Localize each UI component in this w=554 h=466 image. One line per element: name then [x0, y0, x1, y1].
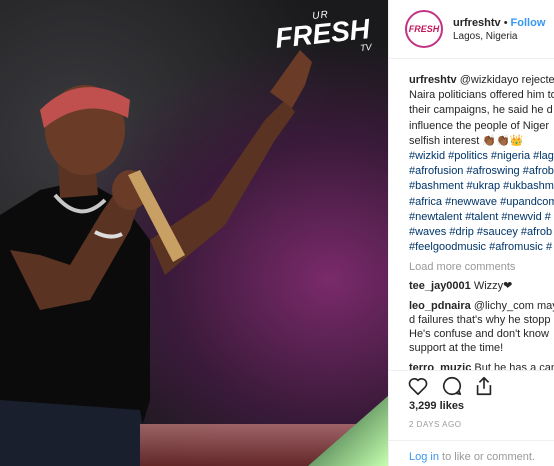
hashtag-line[interactable]: #waves #drip #saucey #afrob [409, 225, 554, 240]
comment-icon[interactable] [441, 375, 463, 397]
share-icon[interactable] [473, 375, 495, 397]
post-header: FRESH urfreshtv • Follow Lagos, Nigeria [389, 0, 554, 59]
caption-line: @wizkidayo rejected [459, 74, 554, 86]
hashtag-line[interactable]: #africa #newwave #upandcom [409, 195, 554, 210]
hashtag-line[interactable]: #afrofusion #afroswing #afrob [409, 164, 554, 179]
hashtag-line[interactable]: #newtalent #talent #newvid # [409, 210, 554, 225]
hashtag-line[interactable]: #wizkid #politics #nigeria #lag [409, 149, 554, 164]
caption-line: their campaigns, he said he d [409, 104, 553, 117]
hashtag-line[interactable]: #feelgoodmusic #afromusic # [409, 240, 554, 255]
caption-line: Naira politicians offered him to [409, 89, 554, 102]
likes-count[interactable]: 3,299 likes [409, 400, 464, 412]
urfreshtv-watermark-logo: UR FRESH TV [273, 5, 372, 62]
post-photo[interactable]: UR FRESH TV [0, 0, 388, 466]
comment-username[interactable]: leo_pdnaira [409, 300, 471, 312]
header-info: urfreshtv • Follow Lagos, Nigeria [453, 17, 545, 42]
post-side-panel: FRESH urfreshtv • Follow Lagos, Nigeria ur… [388, 0, 554, 466]
comment-text: @lichy_com may [473, 300, 554, 313]
header-separator: • [503, 16, 508, 29]
follow-button[interactable]: Follow [511, 17, 546, 29]
login-prompt-text: to like or comment. [438, 451, 535, 463]
comment-text-line: support at the time! [409, 342, 504, 355]
post-date[interactable]: 2 DAYS AGO [409, 420, 461, 429]
comment-text-line: He's confuse and don't know [409, 328, 549, 341]
post-caption: urfreshtv @wizkidayo rejected Naira poli… [389, 59, 554, 255]
caption-username[interactable]: urfreshtv [409, 74, 457, 86]
header-username[interactable]: urfreshtv [453, 17, 501, 29]
location-link[interactable]: Lagos, Nigeria [453, 31, 545, 42]
caption-line: selfish interest 👏🏾👏🏾👑 [409, 134, 524, 147]
heart-icon[interactable] [407, 375, 429, 397]
comment-text: Wizzy❤ [473, 280, 513, 293]
avatar-text: FRESH [408, 24, 440, 34]
login-link[interactable]: Log in [409, 451, 439, 463]
performer-figure [0, 50, 312, 466]
comment: tee_jay0001 Wizzy❤ [389, 273, 554, 293]
avatar[interactable]: FRESH [405, 10, 443, 48]
caption-line: influence the people of Niger [409, 119, 550, 132]
hashtag-line[interactable]: #bashment #ukrap #ukbashm [409, 179, 554, 194]
comment-username[interactable]: tee_jay0001 [409, 280, 471, 292]
comment-text-line: d failures that's why he stopp [409, 314, 551, 327]
login-footer: Log in to like or comment. [389, 440, 554, 466]
load-more-comments-button[interactable]: Load more comments [389, 255, 554, 273]
action-bar [389, 370, 554, 396]
comment: leo_pdnaira @lichy_com may d failures th… [389, 293, 554, 355]
